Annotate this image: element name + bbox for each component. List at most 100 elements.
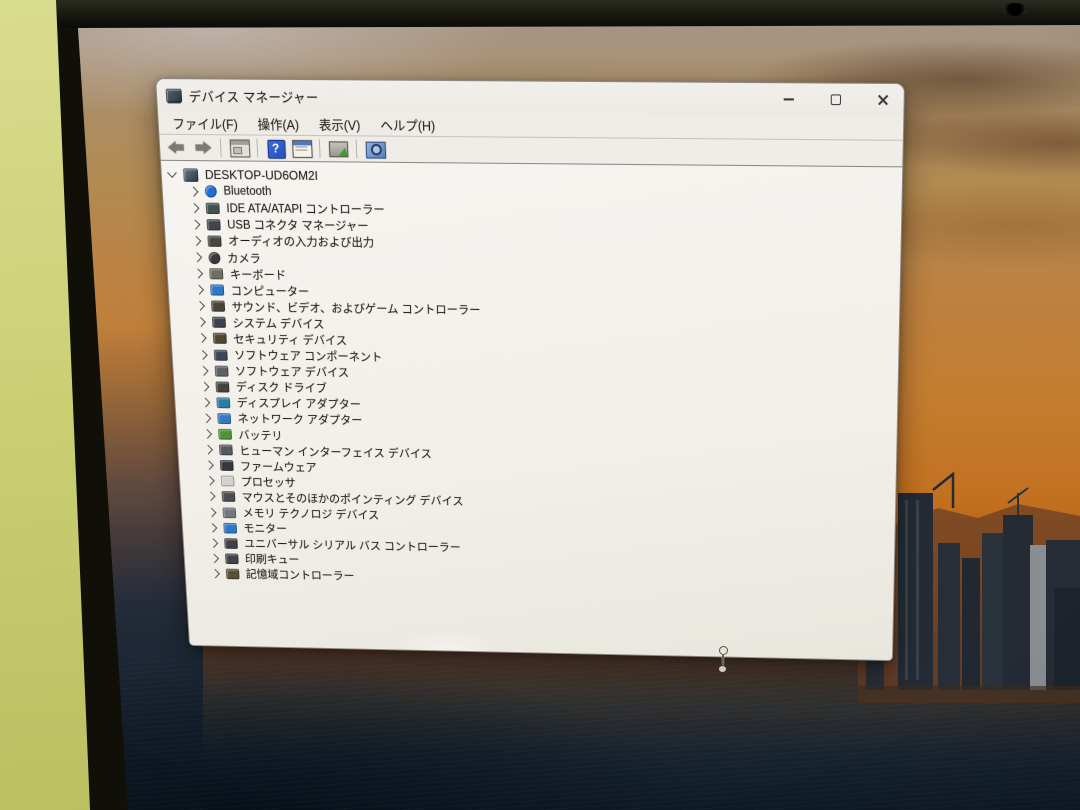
photo-background: デバイス マネージャー ファイル(F)操作(A)表示(V)ヘルプ(H) DESK… <box>0 0 1080 810</box>
usb-connector-managers-icon <box>206 219 220 230</box>
chevron-right-icon[interactable] <box>203 429 212 439</box>
tree-item-label: オーディオの入力および出力 <box>228 233 375 251</box>
tree-item-label: ファームウェア <box>240 458 317 475</box>
chevron-right-icon[interactable] <box>193 269 203 279</box>
chevron-right-icon[interactable] <box>192 236 202 246</box>
menu-item-0[interactable]: ファイル(F) <box>162 109 248 136</box>
chevron-right-icon[interactable] <box>195 301 205 311</box>
chevron-right-icon[interactable] <box>205 476 214 486</box>
chevron-right-icon[interactable] <box>207 507 216 517</box>
audio-inputs-outputs-icon <box>207 235 221 246</box>
chevron-right-icon[interactable] <box>199 366 209 376</box>
tree-item-label: USB コネクタ マネージャー <box>227 217 369 235</box>
minimize-button[interactable] <box>778 89 799 111</box>
computer-root-icon <box>183 168 199 182</box>
maximize-button[interactable] <box>825 89 846 111</box>
mouse-cursor <box>716 646 730 676</box>
device-tree: DESKTOP-UD6OM2I Bluetooth IDE ATA/ATAPI コン… <box>161 161 902 660</box>
tree-item-label: 記憶域コントローラー <box>245 567 354 584</box>
menu-item-1[interactable]: 操作(A) <box>247 110 309 137</box>
tree-item-label: キーボード <box>229 266 286 283</box>
disk-drives-icon <box>215 381 229 392</box>
device-manager-icon <box>166 88 183 102</box>
maximize-icon <box>831 94 841 105</box>
webcam-icon <box>1002 3 1028 16</box>
close-icon <box>877 94 890 107</box>
tree-item-label: カメラ <box>227 249 262 266</box>
software-components-icon <box>214 349 228 360</box>
bluetooth-icon <box>205 185 217 198</box>
chevron-right-icon[interactable] <box>200 382 210 392</box>
human-interface-devices-icon <box>219 445 233 456</box>
firmware-icon <box>220 460 234 471</box>
laptop-screen: デバイス マネージャー ファイル(F)操作(A)表示(V)ヘルプ(H) DESK… <box>0 0 1080 810</box>
battery-icon <box>218 429 232 440</box>
help-icon[interactable] <box>264 138 287 159</box>
tree-item-label: DESKTOP-UD6OM2I <box>205 167 319 183</box>
software-devices-icon <box>215 365 229 376</box>
toolbar-separator <box>319 139 321 158</box>
chevron-right-icon[interactable] <box>211 569 220 578</box>
chevron-right-icon[interactable] <box>208 523 217 532</box>
system-devices-icon <box>212 317 226 328</box>
menu-item-2[interactable]: 表示(V) <box>308 110 370 137</box>
caption-buttons <box>778 89 903 111</box>
properties-icon[interactable] <box>290 138 313 159</box>
chevron-right-icon[interactable] <box>194 285 204 295</box>
mice-pointing-devices-icon <box>222 491 236 502</box>
chevron-right-icon[interactable] <box>204 445 213 455</box>
chevron-right-icon[interactable] <box>193 252 203 262</box>
chevron-right-icon[interactable] <box>201 398 210 408</box>
computer-icon <box>210 285 224 296</box>
display-adapters-icon <box>216 397 230 408</box>
chevron-right-icon[interactable] <box>197 334 207 344</box>
tree-item-label: IDE ATA/ATAPI コントローラー <box>226 200 385 218</box>
tree-item-label: バッテリ <box>238 427 283 443</box>
tree-item-label: Bluetooth <box>223 185 271 198</box>
chevron-right-icon[interactable] <box>209 538 218 547</box>
close-button[interactable] <box>873 89 894 111</box>
usb-controllers-icon <box>224 538 238 549</box>
show-console-tree-icon[interactable] <box>228 137 251 158</box>
device-manager-window: デバイス マネージャー ファイル(F)操作(A)表示(V)ヘルプ(H) DESK… <box>155 78 905 661</box>
tree-item-label: システム デバイス <box>232 315 325 332</box>
chevron-right-icon[interactable] <box>210 554 219 563</box>
ide-ata-atapi-controllers-icon <box>206 202 220 213</box>
storage-controllers-icon <box>226 569 240 580</box>
processors-icon <box>221 476 235 487</box>
sound-video-game-controllers-icon <box>211 301 225 312</box>
toolbar-separator <box>256 139 258 158</box>
tree-item-label: コンピューター <box>230 282 309 299</box>
keyboard-icon <box>209 268 223 279</box>
search-devices-icon[interactable] <box>364 139 387 160</box>
chevron-right-icon[interactable] <box>202 413 211 423</box>
chevron-right-icon[interactable] <box>189 186 199 196</box>
minimize-icon <box>784 98 794 100</box>
security-devices-icon <box>213 333 227 344</box>
laptop-bezel <box>0 0 1080 28</box>
tree-item-label: モニター <box>243 520 287 536</box>
memory-technology-devices-icon <box>222 507 236 518</box>
chevron-right-icon[interactable] <box>191 219 201 229</box>
scan-hardware-changes-icon[interactable] <box>327 138 350 159</box>
forward-icon[interactable] <box>191 137 214 158</box>
chevron-down-icon[interactable] <box>167 168 177 178</box>
tree-item-label: 印刷キュー <box>245 551 300 567</box>
tree-item-label: ディスク ドライブ <box>235 379 327 396</box>
network-adapters-icon <box>217 413 231 424</box>
toolbar-separator <box>356 140 358 159</box>
tree-item-label: プロセッサ <box>241 474 297 490</box>
chevron-right-icon[interactable] <box>204 461 213 471</box>
back-icon[interactable] <box>165 137 188 158</box>
chevron-right-icon[interactable] <box>190 203 200 213</box>
camera-icon <box>208 251 220 263</box>
tree-item-label: ディスプレイ アダプター <box>236 395 361 413</box>
chevron-right-icon[interactable] <box>196 317 206 327</box>
chevron-right-icon[interactable] <box>206 492 215 502</box>
tree-item-label: ソフトウェア デバイス <box>235 363 350 381</box>
chevron-right-icon[interactable] <box>198 350 208 360</box>
menu-item-3[interactable]: ヘルプ(H) <box>370 111 446 138</box>
tree-item-label: セキュリティ デバイス <box>233 331 347 349</box>
monitors-icon <box>223 522 237 533</box>
toolbar-separator <box>220 138 222 157</box>
